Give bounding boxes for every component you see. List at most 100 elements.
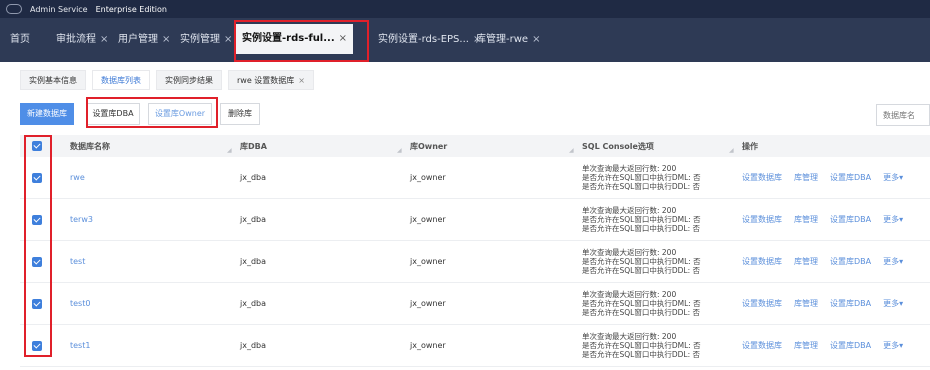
table-header: 数据库名称 库DBA 库Owner SQL Console选项 操作 ◢ ◢ ◢…: [20, 135, 930, 157]
tab-users[interactable]: 用户管理 ×: [118, 29, 170, 51]
database-name[interactable]: test0: [70, 283, 90, 324]
tab-db-management[interactable]: 库管理-rwe ×: [476, 29, 540, 51]
database-dba: jx_dba: [240, 299, 267, 308]
checkbox-icon: [32, 172, 42, 183]
sort-icon[interactable]: ◢: [569, 147, 574, 154]
console-option-line: 是否允许在SQL窗口中执行DDL: 否: [582, 224, 700, 233]
delete-database-button[interactable]: 删除库: [220, 103, 260, 125]
subtab-database-list[interactable]: 数据库列表: [92, 70, 150, 90]
console-option-line: 是否允许在SQL窗口中执行DDL: 否: [582, 308, 700, 317]
checkbox-icon: [32, 298, 42, 309]
more-dropdown[interactable]: 更多▾: [883, 214, 903, 225]
select-all-checkbox[interactable]: [32, 135, 42, 157]
sort-icon[interactable]: ◢: [227, 147, 232, 154]
sort-icon[interactable]: ◢: [729, 147, 734, 154]
close-icon[interactable]: ×: [339, 33, 347, 44]
console-option-line: 是否允许在SQL窗口中执行DML: 否: [582, 341, 701, 350]
header-name: 数据库名称: [70, 141, 110, 151]
header-dba: 库DBA: [240, 141, 267, 151]
tab-home[interactable]: 首页: [10, 29, 30, 51]
database-dba: jx_dba: [240, 257, 267, 266]
database-owner: jx_owner: [410, 299, 446, 308]
new-database-button[interactable]: 新建数据库: [20, 103, 74, 125]
tab-instance-settings-eps[interactable]: 实例设置-rds-EPS... ×: [378, 29, 481, 51]
close-icon[interactable]: ×: [532, 34, 540, 45]
database-name[interactable]: terw3: [70, 199, 93, 240]
subtab-instance-info[interactable]: 实例基本信息: [20, 70, 86, 90]
row-checkbox[interactable]: [32, 241, 42, 282]
row-checkbox[interactable]: [32, 157, 42, 198]
console-options: 单次查询最大返回行数: 200 是否允许在SQL窗口中执行DML: 否 是否允许…: [582, 157, 701, 198]
app-edition: Enterprise Edition: [95, 4, 167, 14]
app-name: Admin Service: [30, 4, 88, 14]
subtab-label: 数据库列表: [101, 76, 141, 85]
db-management-link[interactable]: 库管理: [794, 172, 818, 183]
db-management-link[interactable]: 库管理: [794, 256, 818, 267]
tab-label: 实例管理: [180, 34, 220, 45]
console-option-line: 单次查询最大返回行数: 200: [582, 248, 677, 257]
console-options: 单次查询最大返回行数: 200 是否允许在SQL窗口中执行DML: 否 是否允许…: [582, 325, 701, 366]
tab-approval[interactable]: 审批流程 ×: [56, 29, 108, 51]
subtab-sync-result[interactable]: 实例同步结果: [156, 70, 222, 90]
close-icon[interactable]: ×: [298, 76, 305, 85]
set-dba-link[interactable]: 设置库DBA: [830, 256, 871, 267]
console-option-line: 单次查询最大返回行数: 200: [582, 206, 677, 215]
top-header: Admin Service Enterprise Edition: [0, 0, 930, 18]
table-row[interactable]: rwe jx_dba jx_owner 单次查询最大返回行数: 200 是否允许…: [20, 157, 930, 199]
close-icon[interactable]: ×: [162, 34, 170, 45]
row-checkbox[interactable]: [32, 199, 42, 240]
database-dba: jx_dba: [240, 173, 267, 182]
console-options: 单次查询最大返回行数: 200 是否允许在SQL窗口中执行DML: 否 是否允许…: [582, 199, 701, 240]
tab-instance-settings-active[interactable]: 实例设置-rds-ful... ×: [236, 24, 354, 54]
db-management-link[interactable]: 库管理: [794, 214, 818, 225]
database-owner: jx_owner: [410, 341, 446, 350]
console-option-line: 是否允许在SQL窗口中执行DDL: 否: [582, 182, 700, 191]
set-database-link[interactable]: 设置数据库: [742, 214, 782, 225]
console-option-line: 是否允许在SQL窗口中执行DML: 否: [582, 215, 701, 224]
set-database-link[interactable]: 设置数据库: [742, 256, 782, 267]
subtab-rwe-settings[interactable]: rwe 设置数据库 ×: [228, 70, 314, 90]
subtab-label: 实例基本信息: [29, 76, 77, 85]
row-checkbox[interactable]: [32, 283, 42, 324]
row-actions: 设置数据库 库管理 设置库DBA 更多▾: [742, 241, 915, 282]
checkbox-icon: [32, 256, 42, 267]
set-dba-link[interactable]: 设置库DBA: [830, 298, 871, 309]
table-row[interactable]: test0 jx_dba jx_owner 单次查询最大返回行数: 200 是否…: [20, 283, 930, 325]
database-name[interactable]: test: [70, 241, 85, 282]
console-option-line: 单次查询最大返回行数: 200: [582, 290, 677, 299]
db-management-link[interactable]: 库管理: [794, 298, 818, 309]
set-dba-link[interactable]: 设置库DBA: [830, 340, 871, 351]
table-row[interactable]: test1 jx_dba jx_owner 单次查询最大返回行数: 200 是否…: [20, 325, 930, 367]
more-dropdown[interactable]: 更多▾: [883, 340, 903, 351]
tab-label: 首页: [10, 34, 30, 45]
row-checkbox[interactable]: [32, 325, 42, 366]
set-database-link[interactable]: 设置数据库: [742, 172, 782, 183]
header-console: SQL Console选项: [582, 141, 654, 151]
search-input[interactable]: [876, 104, 930, 126]
subtab-label: 实例同步结果: [165, 76, 213, 85]
set-database-link[interactable]: 设置数据库: [742, 340, 782, 351]
header-owner: 库Owner: [410, 141, 448, 151]
table-row[interactable]: terw3 jx_dba jx_owner 单次查询最大返回行数: 200 是否…: [20, 199, 930, 241]
close-icon[interactable]: ×: [224, 34, 232, 45]
more-dropdown[interactable]: 更多▾: [883, 298, 903, 309]
set-owner-button[interactable]: 设置库Owner: [148, 103, 212, 125]
table-row[interactable]: test jx_dba jx_owner 单次查询最大返回行数: 200 是否允…: [20, 241, 930, 283]
sort-icon[interactable]: ◢: [397, 147, 402, 154]
tab-bar: 首页 审批流程 × 用户管理 × 实例管理 × 实例设置-rds-ful... × 实例…: [0, 18, 930, 62]
database-name[interactable]: test1: [70, 325, 90, 366]
database-table: 数据库名称 库DBA 库Owner SQL Console选项 操作 ◢ ◢ ◢…: [20, 135, 930, 367]
db-management-link[interactable]: 库管理: [794, 340, 818, 351]
database-name[interactable]: rwe: [70, 157, 85, 198]
set-dba-button[interactable]: 设置库DBA: [86, 103, 140, 125]
set-database-link[interactable]: 设置数据库: [742, 298, 782, 309]
more-dropdown[interactable]: 更多▾: [883, 172, 903, 183]
subtab-label: rwe 设置数据库: [237, 76, 295, 85]
close-icon[interactable]: ×: [100, 34, 108, 45]
tab-label: 实例设置-rds-EPS...: [378, 34, 469, 45]
tab-instances[interactable]: 实例管理 ×: [180, 29, 232, 51]
set-dba-link[interactable]: 设置库DBA: [830, 214, 871, 225]
set-dba-link[interactable]: 设置库DBA: [830, 172, 871, 183]
more-dropdown[interactable]: 更多▾: [883, 256, 903, 267]
database-owner: jx_owner: [410, 257, 446, 266]
